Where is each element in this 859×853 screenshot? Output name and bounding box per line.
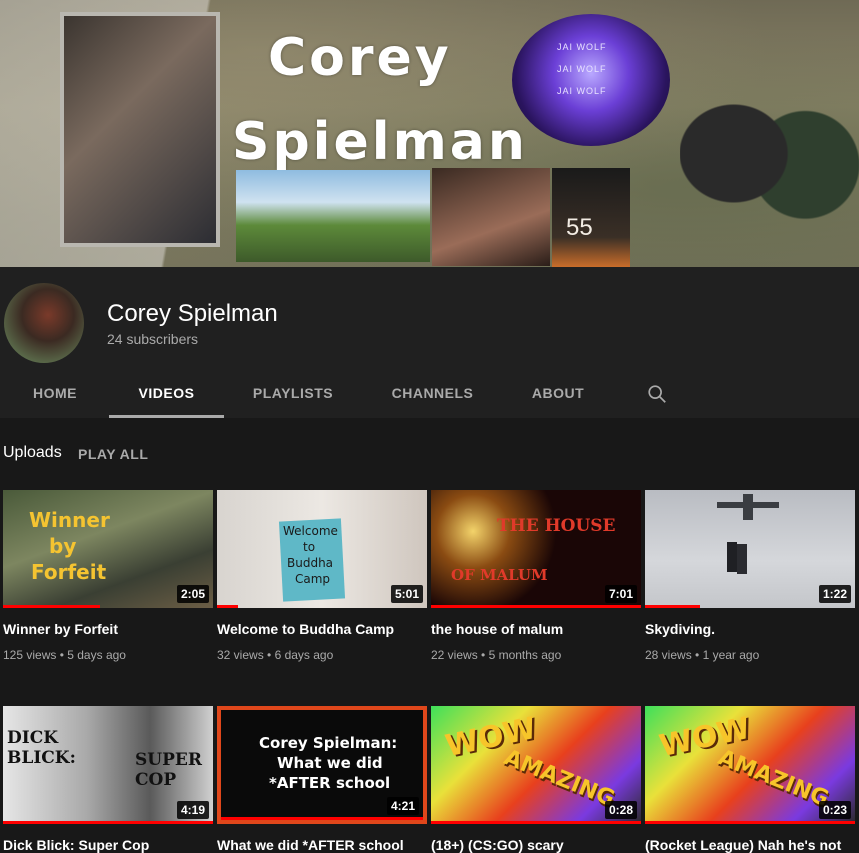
watched-progress-bar [217, 605, 238, 608]
banner-people-photo [680, 40, 859, 267]
thumbnail-text: Welcome [283, 524, 338, 538]
thumbnail-text: Forfeit [31, 560, 107, 584]
search-icon[interactable] [646, 383, 668, 405]
watched-progress-bar [3, 605, 100, 608]
video-card[interactable]: WOW AMAZING 0:28 (18+) (CS:GO) scary [431, 706, 641, 853]
thumbnail-text: Winner [29, 508, 110, 532]
video-duration: 7:01 [604, 585, 637, 603]
thumbnail-text: OF MALUM [451, 566, 548, 584]
tab-playlists[interactable]: PLAYLISTS [243, 370, 343, 418]
channel-header: Corey Spielman 24 subscribers HOME VIDEO… [0, 267, 859, 418]
video-views: 28 views [645, 648, 692, 662]
badge-line: JAI WOLF [557, 42, 607, 52]
video-thumbnail[interactable]: Corey Spielman: What we did *AFTER schoo… [217, 706, 427, 824]
video-title[interactable]: Winner by Forfeit [3, 621, 213, 637]
video-thumbnail[interactable]: DICK BLICK: SUPER COP 4:19 [3, 706, 213, 824]
thumbnail-text: DICK [7, 728, 58, 748]
video-title[interactable]: the house of malum [431, 621, 641, 637]
tab-about[interactable]: ABOUT [522, 370, 594, 418]
thumbnail-text: BLICK: [7, 748, 76, 768]
watched-progress-bar [431, 821, 641, 824]
thumbnail-text: THE HOUSE [497, 516, 616, 536]
video-card[interactable]: Welcome to Buddha Camp 5:01 Welcome to B… [217, 490, 427, 662]
video-card[interactable]: 1:22 Skydiving. 28 views • 1 year ago [645, 490, 855, 662]
thumbnail-text: to [303, 540, 316, 554]
banner-mirror-photo [60, 12, 220, 247]
video-duration: 1:22 [818, 585, 851, 603]
video-title[interactable]: Skydiving. [645, 621, 855, 637]
video-title[interactable]: (Rocket League) Nah he's not [645, 837, 855, 853]
video-title[interactable]: What we did *AFTER school [217, 837, 427, 853]
channel-name: Corey Spielman [107, 300, 278, 327]
video-age: 1 year ago [702, 648, 760, 662]
video-meta: 22 views • 5 months ago [431, 648, 562, 662]
watched-progress-bar [645, 821, 855, 824]
uploads-label[interactable]: Uploads [3, 444, 62, 462]
banner-night-photo: 55 [552, 168, 630, 267]
tab-channels[interactable]: CHANNELS [380, 370, 485, 418]
video-thumbnail[interactable]: Winner by Forfeit 2:05 [3, 490, 213, 608]
video-age: 5 days ago [67, 648, 126, 662]
tab-home[interactable]: HOME [20, 370, 90, 418]
tab-videos[interactable]: VIDEOS [109, 370, 224, 418]
video-thumbnail[interactable]: WOW AMAZING 0:28 [431, 706, 641, 824]
thumbnail-text: Buddha [287, 556, 334, 570]
badge-line: JAI WOLF [557, 64, 607, 74]
video-meta: 125 views • 5 days ago [3, 648, 126, 662]
banner-title-line2: Spielman [232, 112, 528, 172]
video-meta: 32 views • 6 days ago [217, 648, 334, 662]
thumbnail-text: AMAZING [714, 745, 833, 812]
banner-badge: JAI WOLF JAI WOLF JAI WOLF [512, 14, 670, 146]
video-duration: 4:19 [176, 801, 209, 819]
subscriber-count: 24 subscribers [107, 331, 199, 347]
channel-banner: JAI WOLF JAI WOLF JAI WOLF Corey Spielma… [0, 0, 859, 267]
banner-selfie-photo [432, 168, 550, 266]
video-duration: 5:01 [390, 585, 423, 603]
video-thumbnail[interactable]: WOW AMAZING 0:23 [645, 706, 855, 824]
watched-progress-bar [221, 817, 423, 820]
badge-line: JAI WOLF [557, 86, 607, 96]
banner-title-line1: Corey [268, 28, 452, 88]
video-thumbnail[interactable]: 1:22 [645, 490, 855, 608]
watched-progress-bar [645, 605, 700, 608]
video-duration: 0:23 [818, 801, 851, 819]
video-duration: 4:21 [386, 797, 419, 815]
thumbnail-text: AMAZING [500, 745, 619, 812]
video-thumbnail[interactable]: Welcome to Buddha Camp 5:01 [217, 490, 427, 608]
video-duration: 0:28 [604, 801, 637, 819]
banner-prom-photo [236, 170, 430, 262]
video-card[interactable]: WOW AMAZING 0:23 (Rocket League) Nah he'… [645, 706, 855, 853]
video-card[interactable]: THE HOUSE OF MALUM 7:01 the house of mal… [431, 490, 641, 662]
thumbnail-text: by [49, 534, 77, 558]
video-card[interactable]: Corey Spielman: What we did *AFTER schoo… [217, 706, 427, 853]
avatar[interactable] [4, 283, 84, 363]
channel-tabs: HOME VIDEOS PLAYLISTS CHANNELS ABOUT [0, 370, 859, 418]
video-thumbnail[interactable]: THE HOUSE OF MALUM 7:01 [431, 490, 641, 608]
video-views: 22 views [431, 648, 478, 662]
thumbnail-text: COP [135, 770, 177, 790]
video-title[interactable]: Welcome to Buddha Camp [217, 621, 427, 637]
thumbnail-text: *AFTER school [269, 774, 391, 792]
play-all-button[interactable]: PLAY ALL [78, 446, 148, 462]
thumbnail-text: SUPER [135, 750, 202, 770]
video-views: 32 views [217, 648, 264, 662]
watched-progress-bar [3, 821, 213, 824]
thumbnail-text: Camp [295, 572, 331, 586]
thumbnail-text: What we did [277, 754, 383, 772]
video-meta: 28 views • 1 year ago [645, 648, 760, 662]
video-title[interactable]: (18+) (CS:GO) scary [431, 837, 641, 853]
video-age: 6 days ago [274, 648, 334, 662]
video-card[interactable]: Winner by Forfeit 2:05 Winner by Forfeit… [3, 490, 213, 662]
photo-number: 55 [566, 214, 593, 241]
video-card[interactable]: DICK BLICK: SUPER COP 4:19 Dick Blick: S… [3, 706, 213, 853]
watched-progress-bar [431, 605, 641, 608]
video-title[interactable]: Dick Blick: Super Cop [3, 837, 213, 853]
video-duration: 2:05 [176, 585, 209, 603]
thumbnail-text: Corey Spielman: [259, 734, 398, 752]
video-age: 5 months ago [488, 648, 562, 662]
video-views: 125 views [3, 648, 57, 662]
